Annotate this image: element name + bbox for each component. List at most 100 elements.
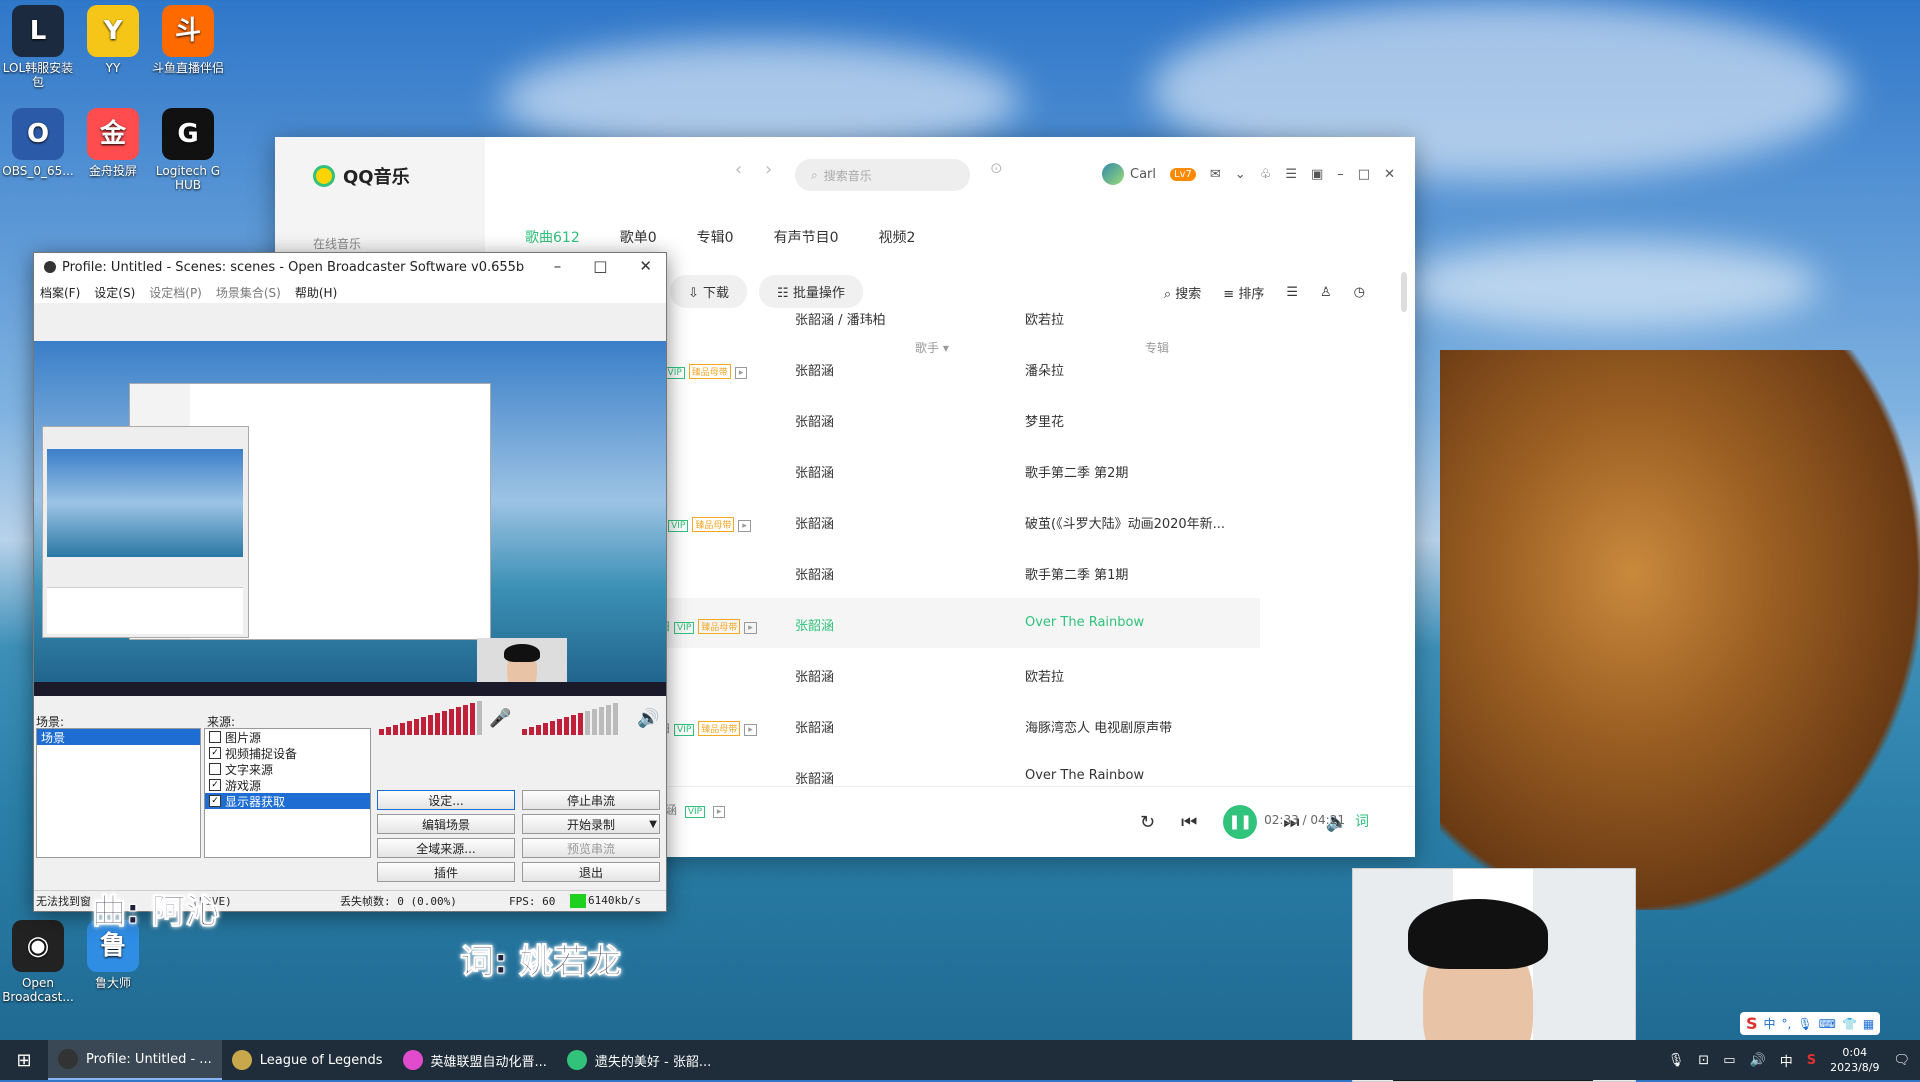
microphone-icon[interactable]: 🎤 <box>489 708 511 729</box>
song-album[interactable]: 破茧(《斗罗大陆》动画2020年新... <box>1025 513 1225 532</box>
grid-icon[interactable]: ▦ <box>1863 1017 1874 1031</box>
input-lang-indicator[interactable]: 中 <box>1780 1051 1793 1070</box>
settings-button[interactable]: 设定... <box>377 790 515 810</box>
obs-minimize-icon[interactable]: – <box>554 257 562 275</box>
skin-shirt-icon[interactable]: 👕 <box>1842 1017 1857 1031</box>
skin-icon[interactable]: ♧ <box>1260 167 1272 182</box>
mail-icon[interactable]: ✉ <box>1210 167 1221 182</box>
desktop-icon[interactable]: L LOL韩服安装包 <box>0 5 76 89</box>
source-item[interactable]: 文字来源 <box>205 761 370 777</box>
taskbar-app-1[interactable]: League of Legends <box>222 1040 393 1080</box>
song-artist[interactable]: 张韶涵 <box>795 717 834 736</box>
mic-tray-icon[interactable]: 🎙 <box>1668 1053 1685 1068</box>
search-input[interactable]: ⌕ 搜索音乐 <box>795 159 970 191</box>
desktop-icon[interactable]: 斗斗鱼直播伴侣 <box>150 5 226 75</box>
obs-maximize-icon[interactable]: □ <box>593 257 607 275</box>
song-artist[interactable]: 张韶涵 <box>795 666 834 685</box>
menu-icon[interactable]: ☰ <box>1285 167 1297 182</box>
song-album[interactable]: 欧若拉 <box>1025 666 1064 685</box>
desktop-icon[interactable]: G Logitech G HUB <box>150 108 226 192</box>
source-checkbox[interactable]: ✓ <box>209 747 221 759</box>
taskbar-app-2[interactable]: 英雄联盟自动化晋... <box>393 1040 557 1080</box>
mv-badge[interactable]: ▸ <box>744 622 757 634</box>
tab-4[interactable]: 视频2 <box>879 227 916 247</box>
song-artist[interactable]: 张韶涵 <box>795 564 834 583</box>
tab-0[interactable]: 歌曲612 <box>525 227 580 247</box>
song-artist[interactable]: 张韶涵 <box>795 768 834 787</box>
desktop-icon[interactable]: Y YY <box>75 5 151 75</box>
notification-icon[interactable]: 🗨 <box>1893 1053 1910 1068</box>
repeat-icon[interactable]: ↻ <box>1140 812 1155 833</box>
voice-search-icon[interactable]: ⊙ <box>990 159 1003 177</box>
list-view-icon[interactable]: ☰ <box>1286 285 1298 300</box>
source-checkbox[interactable] <box>209 731 221 743</box>
ime-toolbar[interactable]: S 中 °, 🎙 ⌨ 👕 ▦ <box>1740 1012 1881 1035</box>
mv-badge[interactable]: ▸ <box>744 724 757 736</box>
desktop-icon[interactable]: 金金舟投屏 <box>75 108 151 178</box>
scene-item[interactable]: 场景 <box>37 729 200 745</box>
windows-start-icon[interactable]: ⊞ <box>0 1040 48 1080</box>
voice-icon[interactable]: 🎙 <box>1797 1017 1812 1031</box>
mv-badge[interactable]: ▸ <box>734 367 748 379</box>
sources-list[interactable]: 图片源 ✓ 视频捕捉设备 文字来源 ✓ 游戏源 ✓ 显示器获取 <box>204 728 371 858</box>
song-artist[interactable]: 张韶涵 <box>795 462 834 481</box>
menu-item-4[interactable]: 帮助(H) <box>295 284 337 301</box>
source-checkbox[interactable]: ✓ <box>209 779 221 791</box>
taskbar-app-0[interactable]: Profile: Untitled - ... <box>48 1040 222 1080</box>
song-album[interactable]: Over The Rainbow <box>1025 615 1144 630</box>
history-icon[interactable]: ◷ <box>1354 285 1365 300</box>
song-album[interactable]: Over The Rainbow <box>1025 768 1144 783</box>
song-artist[interactable]: 张韶涵 <box>795 411 834 430</box>
speaker-icon[interactable]: 🔊 <box>637 708 659 729</box>
song-album[interactable]: 歌手第二季 第1期 <box>1025 564 1128 583</box>
avatar[interactable] <box>1102 163 1125 185</box>
exit-button[interactable]: 退出 <box>522 862 660 882</box>
global-sources-button[interactable]: 全域来源... <box>377 838 515 858</box>
user-name[interactable]: Carl <box>1130 167 1156 182</box>
song-album[interactable]: 梦里花 <box>1025 411 1064 430</box>
keyboard-icon[interactable]: ⌨ <box>1819 1017 1836 1031</box>
previous-icon[interactable]: ⏮ <box>1181 812 1197 833</box>
menu-item-1[interactable]: 设定(S) <box>94 284 135 301</box>
mv-icon[interactable]: ▸ <box>712 806 726 818</box>
tab-3[interactable]: 有声节目0 <box>774 227 839 247</box>
source-checkbox[interactable] <box>209 763 221 775</box>
pause-button[interactable]: ❚❚ <box>1223 805 1258 839</box>
song-album[interactable]: 潘朵拉 <box>1025 360 1064 379</box>
network-tray-icon[interactable]: ⊡ <box>1698 1053 1709 1068</box>
edit-scene-button[interactable]: 编辑场景 <box>377 814 515 834</box>
plugins-button[interactable]: 插件 <box>377 862 515 882</box>
back-arrow-icon[interactable]: ‹ <box>735 159 742 180</box>
song-album[interactable]: 海豚湾恋人 电视剧原声带 <box>1025 717 1172 736</box>
obs-window[interactable]: Profile: Untitled - Scenes: scenes - Ope… <box>33 252 667 912</box>
source-item[interactable]: 图片源 <box>205 729 370 745</box>
minimize-icon[interactable]: – <box>1337 167 1344 182</box>
desktop-icon[interactable]: O OBS_0_65... <box>0 108 76 178</box>
ime-lang[interactable]: 中 <box>1764 1015 1776 1032</box>
song-artist[interactable]: 张韶涵 <box>795 360 834 379</box>
song-artist[interactable]: 张韶涵 <box>795 615 834 634</box>
sogou-tray-icon[interactable]: S <box>1807 1053 1816 1068</box>
volume-tray-icon[interactable]: 🔊 <box>1750 1053 1766 1068</box>
stop-stream-button[interactable]: 停止串流 <box>522 790 660 810</box>
taskbar-app-3[interactable]: 遗失的美好 - 张韶... <box>557 1040 721 1080</box>
lyric-button[interactable]: 词 <box>1355 811 1369 831</box>
scenes-list[interactable]: 场景 <box>36 728 201 858</box>
menu-item-2[interactable]: 设定档(P) <box>149 284 202 301</box>
song-album[interactable]: 欧若拉 <box>1025 309 1064 328</box>
dropdown-arrow-icon[interactable]: ▼ <box>649 819 657 830</box>
source-checkbox[interactable]: ✓ <box>209 795 221 807</box>
menu-item-3[interactable]: 场景集合(S) <box>216 284 281 301</box>
scrollbar[interactable] <box>1401 272 1407 312</box>
maximize-icon[interactable]: □ <box>1358 167 1370 182</box>
close-icon[interactable]: ✕ <box>1384 167 1395 182</box>
mv-badge[interactable]: ▸ <box>738 520 751 532</box>
song-artist[interactable]: 张韶涵 / 潘玮柏 <box>795 309 886 328</box>
sogou-icon[interactable]: S <box>1746 1014 1758 1033</box>
clock[interactable]: 0:04 2023/8/9 <box>1830 1045 1879 1075</box>
preview-stream-button[interactable]: 预览串流 <box>522 838 660 858</box>
punctuation-icon[interactable]: °, <box>1782 1017 1792 1031</box>
desktop-icon[interactable]: ◉ Open Broadcast... <box>0 920 76 1004</box>
mini-mode-icon[interactable]: ▣ <box>1311 167 1323 182</box>
source-item[interactable]: ✓ 视频捕捉设备 <box>205 745 370 761</box>
